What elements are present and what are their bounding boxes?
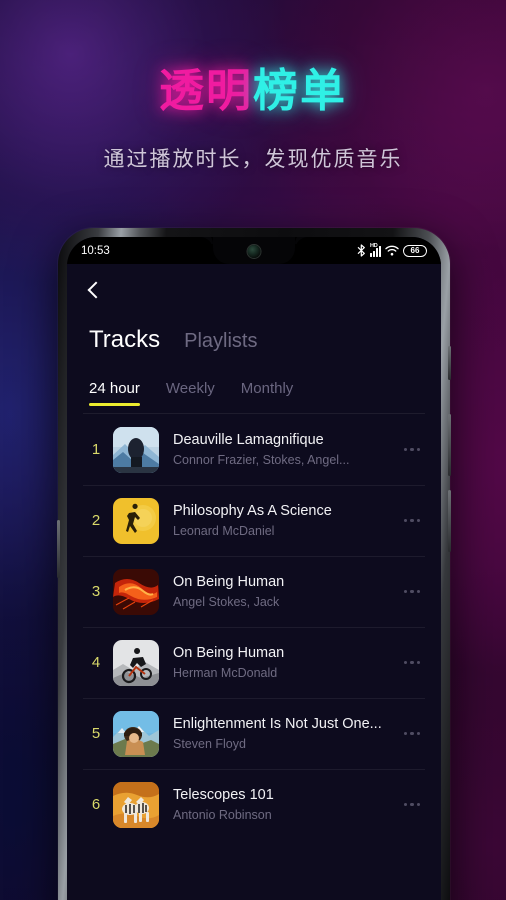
phone-screen: 10:53 HD 66 Tracks Playlists 24 hour Wee… bbox=[67, 237, 441, 900]
phone-notch bbox=[213, 237, 295, 264]
track-title: On Being Human bbox=[173, 574, 285, 590]
more-horizontal-icon[interactable] bbox=[397, 589, 427, 594]
track-meta: On Being Human Angel Stokes, Jack bbox=[173, 574, 397, 609]
yellow-silhouette-photo bbox=[113, 497, 159, 544]
promo-title-part1: 透明 bbox=[158, 65, 253, 116]
track-title: Philosophy As A Science bbox=[173, 503, 332, 519]
hd-label: HD bbox=[370, 242, 378, 249]
main-tabs: Tracks Playlists bbox=[67, 316, 441, 354]
track-meta: Telescopes 101 Antonio Robinson bbox=[173, 787, 397, 822]
track-rank: 2 bbox=[91, 512, 101, 529]
back-button[interactable] bbox=[67, 264, 441, 316]
track-rank: 3 bbox=[91, 583, 101, 600]
subtab-24-hour[interactable]: 24 hour bbox=[89, 380, 140, 406]
red-lava-photo bbox=[113, 568, 159, 615]
app-content: Tracks Playlists 24 hour Weekly Monthly … bbox=[67, 264, 441, 900]
period-tabs: 24 hour Weekly Monthly bbox=[67, 354, 441, 406]
track-meta: Philosophy As A Science Leonard McDaniel bbox=[173, 503, 397, 538]
subtab-weekly[interactable]: Weekly bbox=[166, 380, 215, 406]
table-row[interactable]: 3 On Being Human Angel Stokes, Jack bbox=[67, 556, 441, 627]
track-title: Enlightenment Is Not Just One... bbox=[173, 716, 382, 732]
track-list: 1 Deauville Lamagnifique Connor Frazier,… bbox=[67, 414, 441, 840]
track-title: On Being Human bbox=[173, 645, 285, 661]
track-artist: Angel Stokes, Jack bbox=[173, 595, 280, 609]
subtab-monthly[interactable]: Monthly bbox=[241, 380, 294, 406]
track-meta: On Being Human Herman McDonald bbox=[173, 645, 397, 680]
chevron-left-icon bbox=[87, 281, 105, 299]
phone-volume-up-button[interactable] bbox=[448, 414, 451, 476]
snow-climbers-photo bbox=[113, 426, 159, 473]
phone-left-button[interactable] bbox=[57, 520, 60, 578]
motorcycle-rider-photo bbox=[113, 639, 159, 686]
table-row[interactable]: 2 Philosophy As A Science Leonard McDani… bbox=[67, 485, 441, 556]
table-row[interactable]: 1 Deauville Lamagnifique Connor Frazier,… bbox=[67, 414, 441, 485]
table-row[interactable]: 5 Enlightenment Is Not Just One... Steve… bbox=[67, 698, 441, 769]
track-artist: Connor Frazier, Stokes, Angel... bbox=[173, 453, 350, 467]
promo-title-part2: 榜单 bbox=[253, 65, 348, 116]
more-horizontal-icon[interactable] bbox=[397, 802, 427, 807]
phone-volume-down-button[interactable] bbox=[448, 490, 451, 552]
track-rank: 5 bbox=[91, 725, 101, 742]
wifi-icon bbox=[385, 245, 399, 256]
track-meta: Deauville Lamagnifique Connor Frazier, S… bbox=[173, 432, 397, 467]
promo-subtitle: 通过播放时长，发现优质音乐 bbox=[103, 148, 403, 171]
status-time: 10:53 bbox=[81, 244, 110, 257]
track-rank: 4 bbox=[91, 654, 101, 671]
track-artist: Antonio Robinson bbox=[173, 808, 272, 822]
bluetooth-icon bbox=[357, 244, 365, 257]
track-rank: 6 bbox=[91, 796, 101, 813]
phone-device-frame: 10:53 HD 66 Tracks Playlists 24 hour Wee… bbox=[57, 228, 451, 900]
track-artist: Herman McDonald bbox=[173, 666, 278, 680]
promo-title: 透明榜单 bbox=[0, 68, 506, 113]
more-horizontal-icon[interactable] bbox=[397, 731, 427, 736]
phone-power-button[interactable] bbox=[448, 346, 451, 380]
track-meta: Enlightenment Is Not Just One... Steven … bbox=[173, 716, 397, 751]
tab-playlists[interactable]: Playlists bbox=[184, 330, 257, 353]
cellular-signal-icon: HD bbox=[370, 242, 381, 257]
tab-tracks[interactable]: Tracks bbox=[89, 326, 160, 354]
front-camera-icon bbox=[247, 245, 261, 258]
zebras-savanna-photo bbox=[113, 781, 159, 828]
mountain-portrait-photo bbox=[113, 710, 159, 757]
promo-header: 透明榜单 通过播放时长，发现优质音乐 bbox=[0, 0, 506, 173]
track-title: Telescopes 101 bbox=[173, 787, 274, 803]
track-title: Deauville Lamagnifique bbox=[173, 432, 324, 448]
battery-indicator: 66 bbox=[403, 244, 427, 257]
track-artist: Leonard McDaniel bbox=[173, 524, 275, 538]
more-horizontal-icon[interactable] bbox=[397, 518, 427, 523]
more-horizontal-icon[interactable] bbox=[397, 660, 427, 665]
more-horizontal-icon[interactable] bbox=[397, 447, 427, 452]
table-row[interactable]: 6 Telescopes 101 Antonio Robinson bbox=[67, 769, 441, 840]
table-row[interactable]: 4 On Being Human Herman McDonald bbox=[67, 627, 441, 698]
track-rank: 1 bbox=[91, 441, 101, 458]
track-artist: Steven Floyd bbox=[173, 737, 246, 751]
